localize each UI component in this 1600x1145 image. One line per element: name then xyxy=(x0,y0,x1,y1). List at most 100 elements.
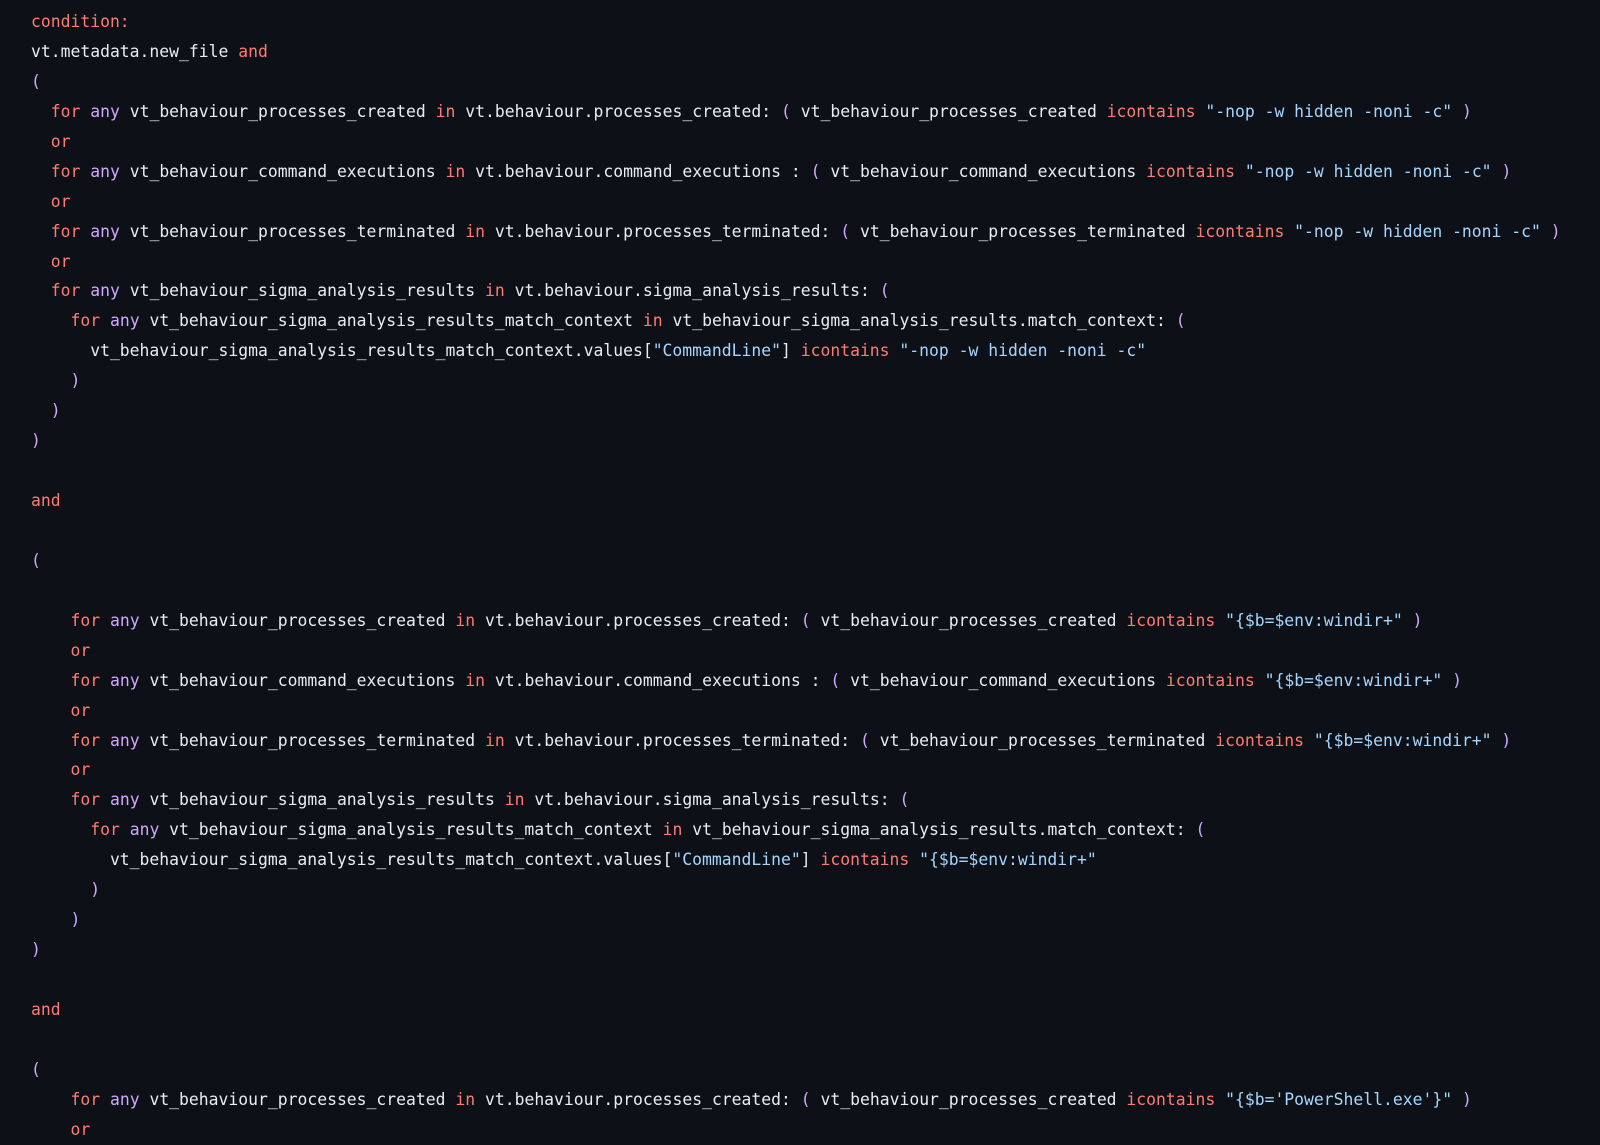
code-line: for any vt_behaviour_processes_created i… xyxy=(31,606,1591,636)
code-token: in xyxy=(455,610,476,630)
code-token: any xyxy=(109,730,140,750)
code-token: in xyxy=(504,790,525,810)
code-token: "{$b='PowerShell.exe'}" xyxy=(1215,1089,1453,1109)
code-token: ( xyxy=(31,71,41,91)
code-token: any xyxy=(109,790,140,810)
code-token: and xyxy=(31,491,61,510)
code-token: vt_behaviour_sigma_analysis_results_matc… xyxy=(31,341,653,361)
code-token: vt.behaviour.processes_terminated: xyxy=(504,730,860,750)
code-token: vt_behaviour_sigma_analysis_results_matc… xyxy=(159,820,663,840)
code-line: ) xyxy=(31,426,1591,456)
code-line: ) xyxy=(31,905,1591,935)
code-token: ( xyxy=(1175,311,1186,331)
code-token: or xyxy=(70,700,91,720)
code-token: any xyxy=(90,221,120,241)
code-token: ( xyxy=(899,790,910,810)
code-token: "CommandLine" xyxy=(672,850,801,870)
code-token: ( xyxy=(840,221,851,241)
code-line: for any vt_behaviour_processes_created i… xyxy=(31,97,1591,127)
code-token: icontains xyxy=(820,850,910,870)
code-token: any xyxy=(90,161,120,181)
code-token: ) xyxy=(70,371,81,391)
code-token: ( xyxy=(800,1089,811,1109)
code-token: vt_behaviour_processes_created xyxy=(790,101,1107,121)
code-token: vt.behaviour.command_executions : xyxy=(465,161,811,181)
code-token: and xyxy=(238,41,268,61)
code-token: vt_behaviour_processes_terminated xyxy=(139,730,485,750)
code-line: vt.metadata.new_file and xyxy=(31,37,1591,67)
code-line: for any vt_behaviour_command_executions … xyxy=(31,666,1591,696)
code-token: or xyxy=(50,251,71,271)
code-token: ] xyxy=(800,850,821,870)
code-token: vt.behaviour.sigma_analysis_results: xyxy=(524,790,900,810)
code-token: vt.behaviour.processes_created: xyxy=(475,1089,801,1109)
code-token: icontains xyxy=(1106,101,1196,121)
code-token: "CommandLine" xyxy=(652,341,781,361)
code-token: in xyxy=(642,311,663,331)
code-token: for xyxy=(50,221,81,241)
code-token: for xyxy=(50,281,81,301)
code-line: for any vt_behaviour_sigma_analysis_resu… xyxy=(31,785,1591,815)
code-token: ) xyxy=(31,431,41,451)
code-token: vt.behaviour.processes_terminated: xyxy=(484,221,841,241)
code-line: for any vt_behaviour_processes_created i… xyxy=(31,1085,1591,1115)
code-token: any xyxy=(129,820,160,840)
code-line: or xyxy=(31,187,1591,217)
code-token: vt_behaviour_processes_terminated xyxy=(119,221,466,241)
code-token: in xyxy=(465,670,485,690)
code-token: vt_behaviour_sigma_analysis_results_matc… xyxy=(31,850,673,870)
code-line: ( xyxy=(31,67,1591,97)
code-token: vt_behaviour_sigma_analysis_results.matc… xyxy=(662,311,1176,331)
code-token: ( xyxy=(879,281,890,301)
code-token: ) xyxy=(1461,1089,1472,1109)
code-token: icontains xyxy=(1126,610,1216,630)
code-token: ) xyxy=(31,940,41,960)
code-token: or xyxy=(70,1119,91,1139)
code-token: ) xyxy=(1461,101,1472,121)
code-token: vt_behaviour_processes_terminated xyxy=(869,730,1216,750)
code-line: for any vt_behaviour_sigma_analysis_resu… xyxy=(31,815,1591,845)
code-token: condition: xyxy=(31,12,130,31)
code-line: for any vt_behaviour_sigma_analysis_resu… xyxy=(31,276,1591,306)
code-line: vt_behaviour_sigma_analysis_results_matc… xyxy=(31,845,1591,875)
code-token: ) xyxy=(1412,610,1423,630)
code-token: vt_behaviour_sigma_analysis_results_matc… xyxy=(139,311,643,331)
code-line: ) xyxy=(31,935,1591,965)
code-line: ( xyxy=(31,546,1591,576)
code-token: icontains xyxy=(1195,221,1285,241)
code-line: for any vt_behaviour_processes_terminate… xyxy=(31,726,1591,756)
code-token: ) xyxy=(50,401,61,421)
code-token: ) xyxy=(1501,161,1512,181)
code-token: ) xyxy=(70,910,81,930)
code-token: in xyxy=(455,1089,476,1109)
code-token: vt_behaviour_sigma_analysis_results.matc… xyxy=(682,820,1196,840)
code-token: for xyxy=(70,1089,101,1109)
code-token: vt.behaviour.processes_created: xyxy=(475,610,801,630)
code-line: or xyxy=(31,696,1591,726)
code-token: for xyxy=(50,101,81,121)
code-line: vt_behaviour_sigma_analysis_results_matc… xyxy=(31,336,1591,366)
